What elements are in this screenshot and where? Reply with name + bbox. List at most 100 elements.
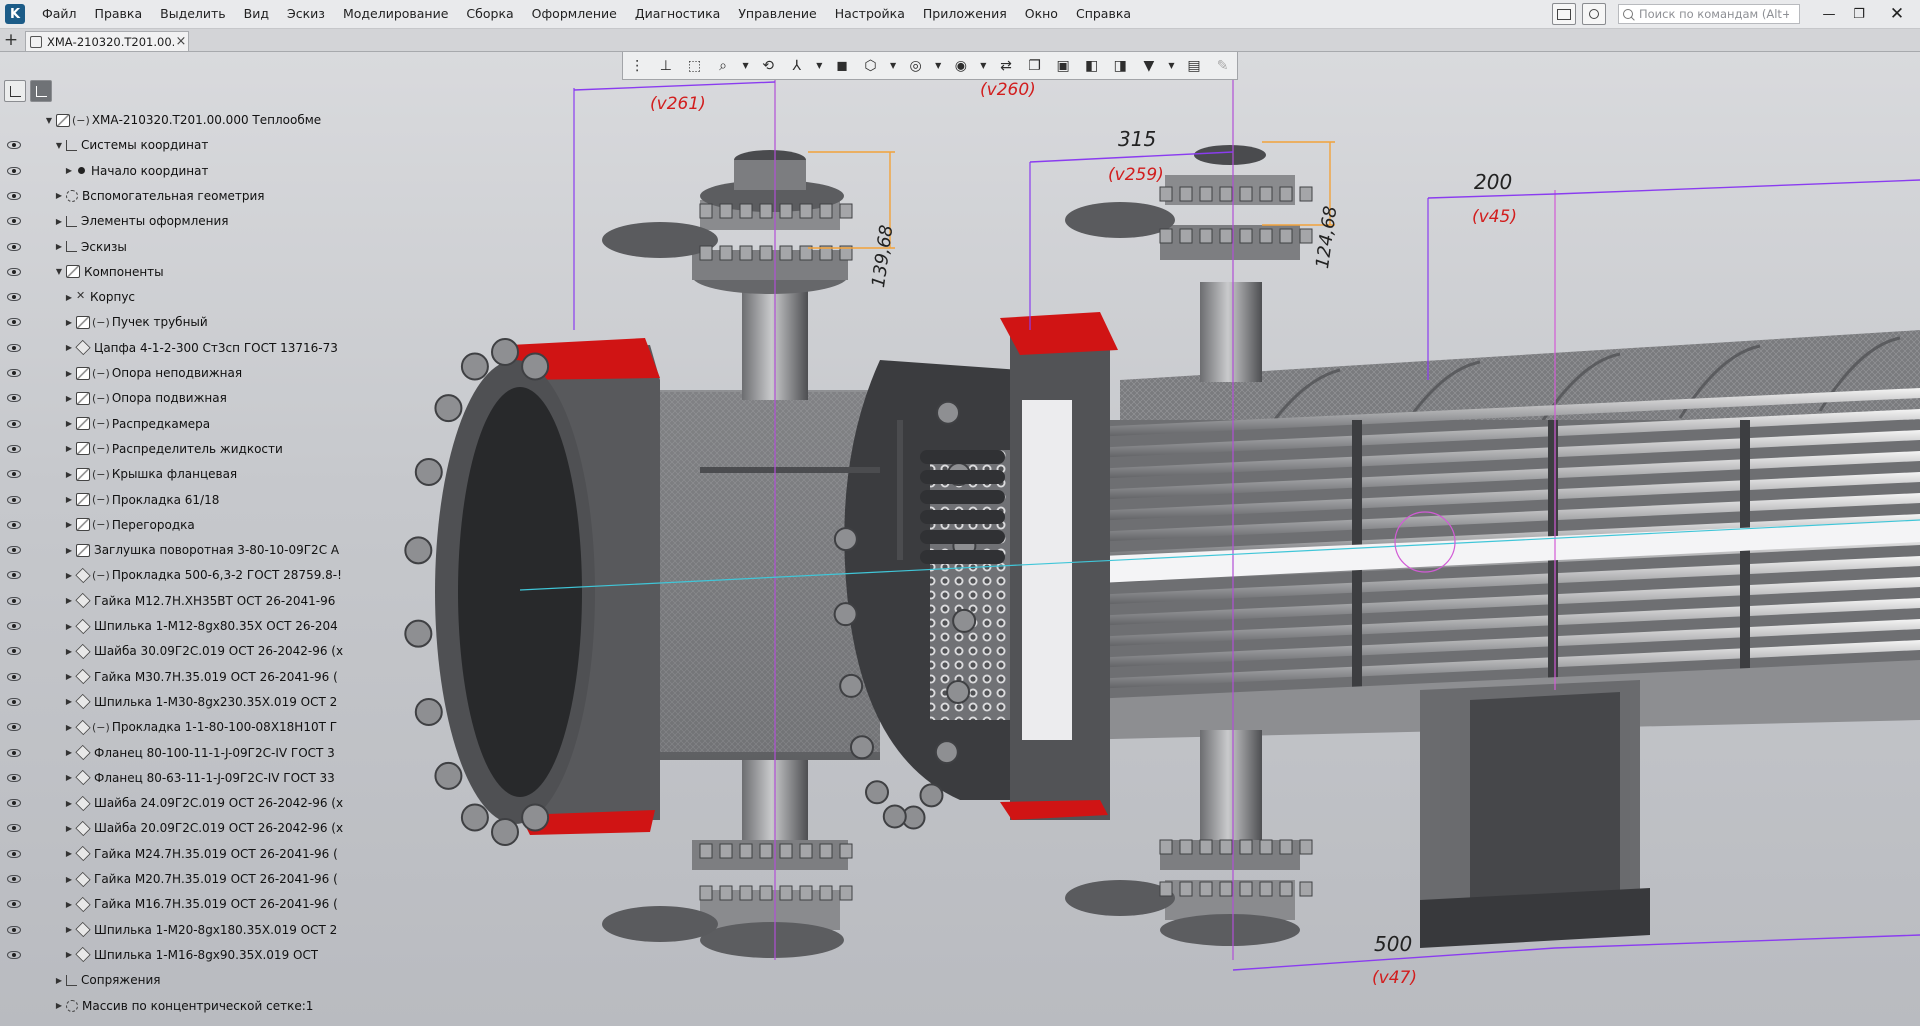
visibility-eye-icon[interactable] — [7, 191, 21, 200]
menu-item[interactable]: Файл — [33, 0, 86, 28]
tree-row[interactable]: ▶ Шайба 24.09Г2С.019 ОСТ 26-2042-96 (х — [0, 791, 343, 815]
tree-row[interactable]: ▶ Корпус — [0, 285, 310, 309]
menu-item[interactable]: Приложения — [914, 0, 1016, 28]
visibility-eye-icon[interactable] — [7, 141, 21, 150]
collapse-arrow-icon[interactable]: ▼ — [54, 267, 64, 276]
wireframe-view-icon[interactable]: ⬡ — [860, 57, 880, 75]
assembly-view-icon[interactable]: ▣ — [1053, 57, 1073, 75]
expand-arrow-icon[interactable]: ▶ — [64, 166, 74, 175]
shaded-view-icon[interactable]: ◼ — [832, 57, 852, 75]
tree-row[interactable]: ▶ Цапфа 4-1-2-300 Ст3сп ГОСТ 13716-73 — [0, 336, 338, 360]
visibility-eye-icon[interactable] — [7, 242, 21, 251]
document-tab[interactable]: ХМА-210320.Т201.00... × — [25, 31, 189, 51]
dimension-v260[interactable]: (v260) — [980, 80, 1036, 100]
tree-row[interactable]: ▶ Сопряжения — [0, 968, 310, 992]
section-dropdown-icon[interactable]: ▼ — [979, 57, 987, 75]
menu-item[interactable]: Справка — [1067, 0, 1140, 28]
display-dropdown-icon[interactable]: ▼ — [889, 57, 897, 75]
layers-icon[interactable]: ◧ — [1082, 57, 1102, 75]
tree-row[interactable]: ▶ (−) Прокладка 61/18 — [0, 488, 310, 512]
expand-arrow-icon[interactable]: ▶ — [64, 571, 74, 580]
expand-arrow-icon[interactable]: ▶ — [64, 596, 74, 605]
tree-row[interactable]: ▶ (−) Опора неподвижная — [0, 361, 310, 385]
explode-icon[interactable]: ◨ — [1110, 57, 1130, 75]
new-document-button[interactable]: + — [0, 29, 22, 51]
visibility-eye-icon[interactable] — [7, 723, 21, 732]
expand-arrow-icon[interactable]: ▶ — [64, 824, 74, 833]
expand-arrow-icon[interactable]: ▶ — [54, 242, 64, 251]
visibility-eye-icon[interactable] — [7, 318, 21, 327]
panel-layout-icon[interactable] — [1552, 3, 1576, 25]
expand-arrow-icon[interactable]: ▶ — [64, 520, 74, 529]
visibility-eye-icon[interactable] — [7, 546, 21, 555]
menu-item[interactable]: Управление — [729, 0, 825, 28]
dimension-200[interactable]: 200 — [1474, 170, 1512, 194]
copy-icon[interactable]: ❐ — [1025, 57, 1045, 75]
axes-icon[interactable]: ⅄ — [787, 57, 807, 75]
tree-row[interactable]: ▼ (−) ХМА-210320.Т201.00.000 Теплообме — [0, 108, 321, 132]
expand-arrow-icon[interactable]: ▶ — [64, 495, 74, 504]
tree-row[interactable]: ▶ Шпилька 1-М12-8gх80.35Х ОСТ 26-204 — [0, 614, 338, 638]
tree-row[interactable]: ▶ Гайка М12.7Н.ХН35ВТ ОСТ 26-2041-96 — [0, 589, 335, 613]
visibility-eye-icon[interactable] — [7, 217, 21, 226]
visibility-eye-icon[interactable] — [7, 419, 21, 428]
visibility-eye-icon[interactable] — [7, 697, 21, 706]
visibility-eye-icon[interactable] — [7, 343, 21, 352]
expand-arrow-icon[interactable]: ▶ — [54, 976, 64, 985]
visibility-eye-icon[interactable] — [7, 875, 21, 883]
menu-item[interactable]: Сборка — [457, 0, 522, 28]
visibility-eye-icon[interactable] — [7, 950, 21, 959]
visibility-eye-icon[interactable] — [7, 444, 21, 453]
visibility-eye-icon[interactable] — [7, 596, 21, 605]
expand-arrow-icon[interactable]: ▶ — [64, 748, 74, 757]
command-search[interactable] — [1618, 4, 1800, 24]
tree-row[interactable]: ▼ Системы координат — [0, 133, 310, 157]
expand-arrow-icon[interactable]: ▶ — [54, 217, 64, 226]
visibility-eye-icon[interactable] — [7, 647, 21, 656]
dimension-315[interactable]: 315 — [1118, 127, 1156, 151]
visibility-eye-icon[interactable] — [7, 520, 21, 529]
hide-icon[interactable]: ◎ — [906, 57, 926, 75]
expand-arrow-icon[interactable]: ▶ — [64, 394, 74, 403]
orientation-icon[interactable]: ⊥ — [656, 57, 676, 75]
tree-row[interactable]: ▶ Начало координат — [0, 159, 310, 183]
expand-arrow-icon[interactable]: ▶ — [64, 950, 74, 959]
visibility-eye-icon[interactable] — [7, 470, 21, 479]
menu-item[interactable]: Выделить — [151, 0, 235, 28]
expand-arrow-icon[interactable]: ▶ — [64, 773, 74, 782]
filter-icon[interactable]: ▼ — [1139, 57, 1159, 75]
visibility-eye-icon[interactable] — [7, 293, 21, 302]
tree-row[interactable]: ▶ Заглушка поворотная 3-80-10-09Г2С А — [0, 538, 339, 562]
restore-icon[interactable]: ❐ — [1844, 0, 1874, 28]
tab-close-icon[interactable]: × — [174, 34, 188, 49]
tree-row[interactable]: ▶ (−) Перегородка — [0, 513, 310, 537]
expand-arrow-icon[interactable]: ▶ — [64, 697, 74, 706]
tree-row[interactable]: ▶ Гайка М20.7Н.35.019 ОСТ 26-2041-96 ( — [0, 867, 338, 891]
expand-arrow-icon[interactable]: ▶ — [64, 875, 74, 884]
grid-icon[interactable]: ⋮ — [627, 57, 647, 75]
dimension-v45[interactable]: (v45) — [1472, 207, 1517, 227]
app-logo-icon[interactable]: K — [5, 4, 25, 24]
tree-row[interactable]: ▶ Шпилька 1-М30-8gх230.35Х.019 ОСТ 2 — [0, 690, 337, 714]
tree-row[interactable]: ▶ (−) Распределитель жидкости — [0, 437, 310, 461]
section-icon[interactable]: ◉ — [951, 57, 971, 75]
expand-arrow-icon[interactable]: ▶ — [64, 900, 74, 909]
visibility-eye-icon[interactable] — [7, 925, 21, 934]
expand-arrow-icon[interactable]: ▶ — [64, 369, 74, 378]
visibility-eye-icon[interactable] — [7, 571, 21, 580]
command-search-input[interactable] — [1639, 7, 1789, 21]
edit-icon[interactable]: ✎ — [1213, 57, 1233, 75]
measure-icon[interactable]: ⇄ — [996, 57, 1016, 75]
axes-dropdown-icon[interactable]: ▼ — [815, 57, 823, 75]
visibility-eye-icon[interactable] — [7, 394, 21, 403]
zoom-icon[interactable]: ⌕ — [713, 57, 733, 75]
expand-arrow-icon[interactable]: ▶ — [64, 925, 74, 934]
expand-arrow-icon[interactable]: ▶ — [64, 723, 74, 732]
tree-row[interactable]: ▶ (−) Распредкамера — [0, 412, 310, 436]
hide-dropdown-icon[interactable]: ▼ — [934, 57, 942, 75]
visibility-eye-icon[interactable] — [7, 824, 21, 833]
visibility-eye-icon[interactable] — [7, 799, 21, 808]
menu-item[interactable]: Настройка — [826, 0, 914, 28]
visibility-eye-icon[interactable] — [7, 773, 21, 782]
visibility-eye-icon[interactable] — [7, 369, 21, 377]
